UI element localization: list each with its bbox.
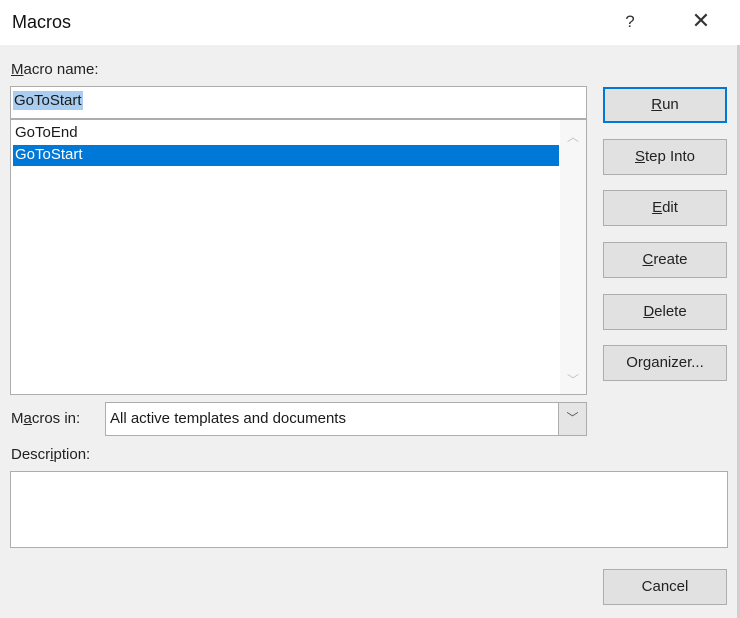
button-label: elete bbox=[654, 303, 687, 320]
access-key: R bbox=[651, 96, 663, 113]
delete-button[interactable]: Delete bbox=[603, 294, 727, 330]
scroll-down-icon[interactable]: ﹀ bbox=[560, 371, 586, 388]
macro-name-label: Macro name: bbox=[11, 61, 99, 78]
edit-button[interactable]: Edit bbox=[603, 190, 727, 226]
access-key: M bbox=[11, 61, 24, 78]
macro-name-input[interactable]: GoToStart bbox=[10, 86, 587, 119]
description-box bbox=[10, 471, 728, 548]
organizer-button[interactable]: Organizer... bbox=[603, 345, 727, 381]
access-key: D bbox=[643, 303, 655, 320]
access-key: E bbox=[652, 199, 663, 216]
scroll-up-icon[interactable]: ︿ bbox=[560, 128, 586, 145]
create-button[interactable]: Create bbox=[603, 242, 727, 278]
scrollbar[interactable]: ︿ ﹀ bbox=[560, 120, 586, 394]
dialog-title: Macros bbox=[12, 12, 72, 32]
label-text: M bbox=[11, 410, 24, 427]
help-icon[interactable]: ? bbox=[623, 12, 637, 32]
select-value: All active templates and documents bbox=[110, 410, 346, 427]
button-label: un bbox=[662, 96, 679, 113]
cancel-button[interactable]: Cancel bbox=[603, 569, 727, 605]
list-item-selected[interactable]: GoToStart bbox=[13, 145, 559, 166]
macros-in-label: Macros in: bbox=[11, 410, 80, 427]
list-item[interactable]: GoToEnd bbox=[13, 123, 559, 144]
access-key: a bbox=[23, 410, 32, 427]
label-text: Descr bbox=[11, 446, 51, 463]
button-label: reate bbox=[653, 251, 688, 268]
access-key: C bbox=[642, 251, 654, 268]
macros-in-select[interactable]: All active templates and documents ﹀ bbox=[105, 402, 587, 436]
button-label: tep Into bbox=[644, 148, 696, 165]
macro-list[interactable]: GoToEnd GoToStart ︿ ﹀ bbox=[10, 119, 587, 395]
label-text: cros in: bbox=[31, 410, 81, 427]
close-icon[interactable]: ✕ bbox=[688, 8, 714, 36]
description-label: Description: bbox=[11, 446, 90, 463]
button-label: dit bbox=[662, 199, 678, 216]
step-into-button[interactable]: Step Into bbox=[603, 139, 727, 175]
run-button[interactable]: Run bbox=[603, 87, 727, 123]
label-text: ption: bbox=[53, 446, 91, 463]
access-key: S bbox=[634, 148, 645, 165]
label-text: acro name: bbox=[23, 61, 99, 78]
macro-name-value: GoToStart bbox=[13, 91, 83, 110]
chevron-down-icon[interactable]: ﹀ bbox=[558, 403, 586, 435]
